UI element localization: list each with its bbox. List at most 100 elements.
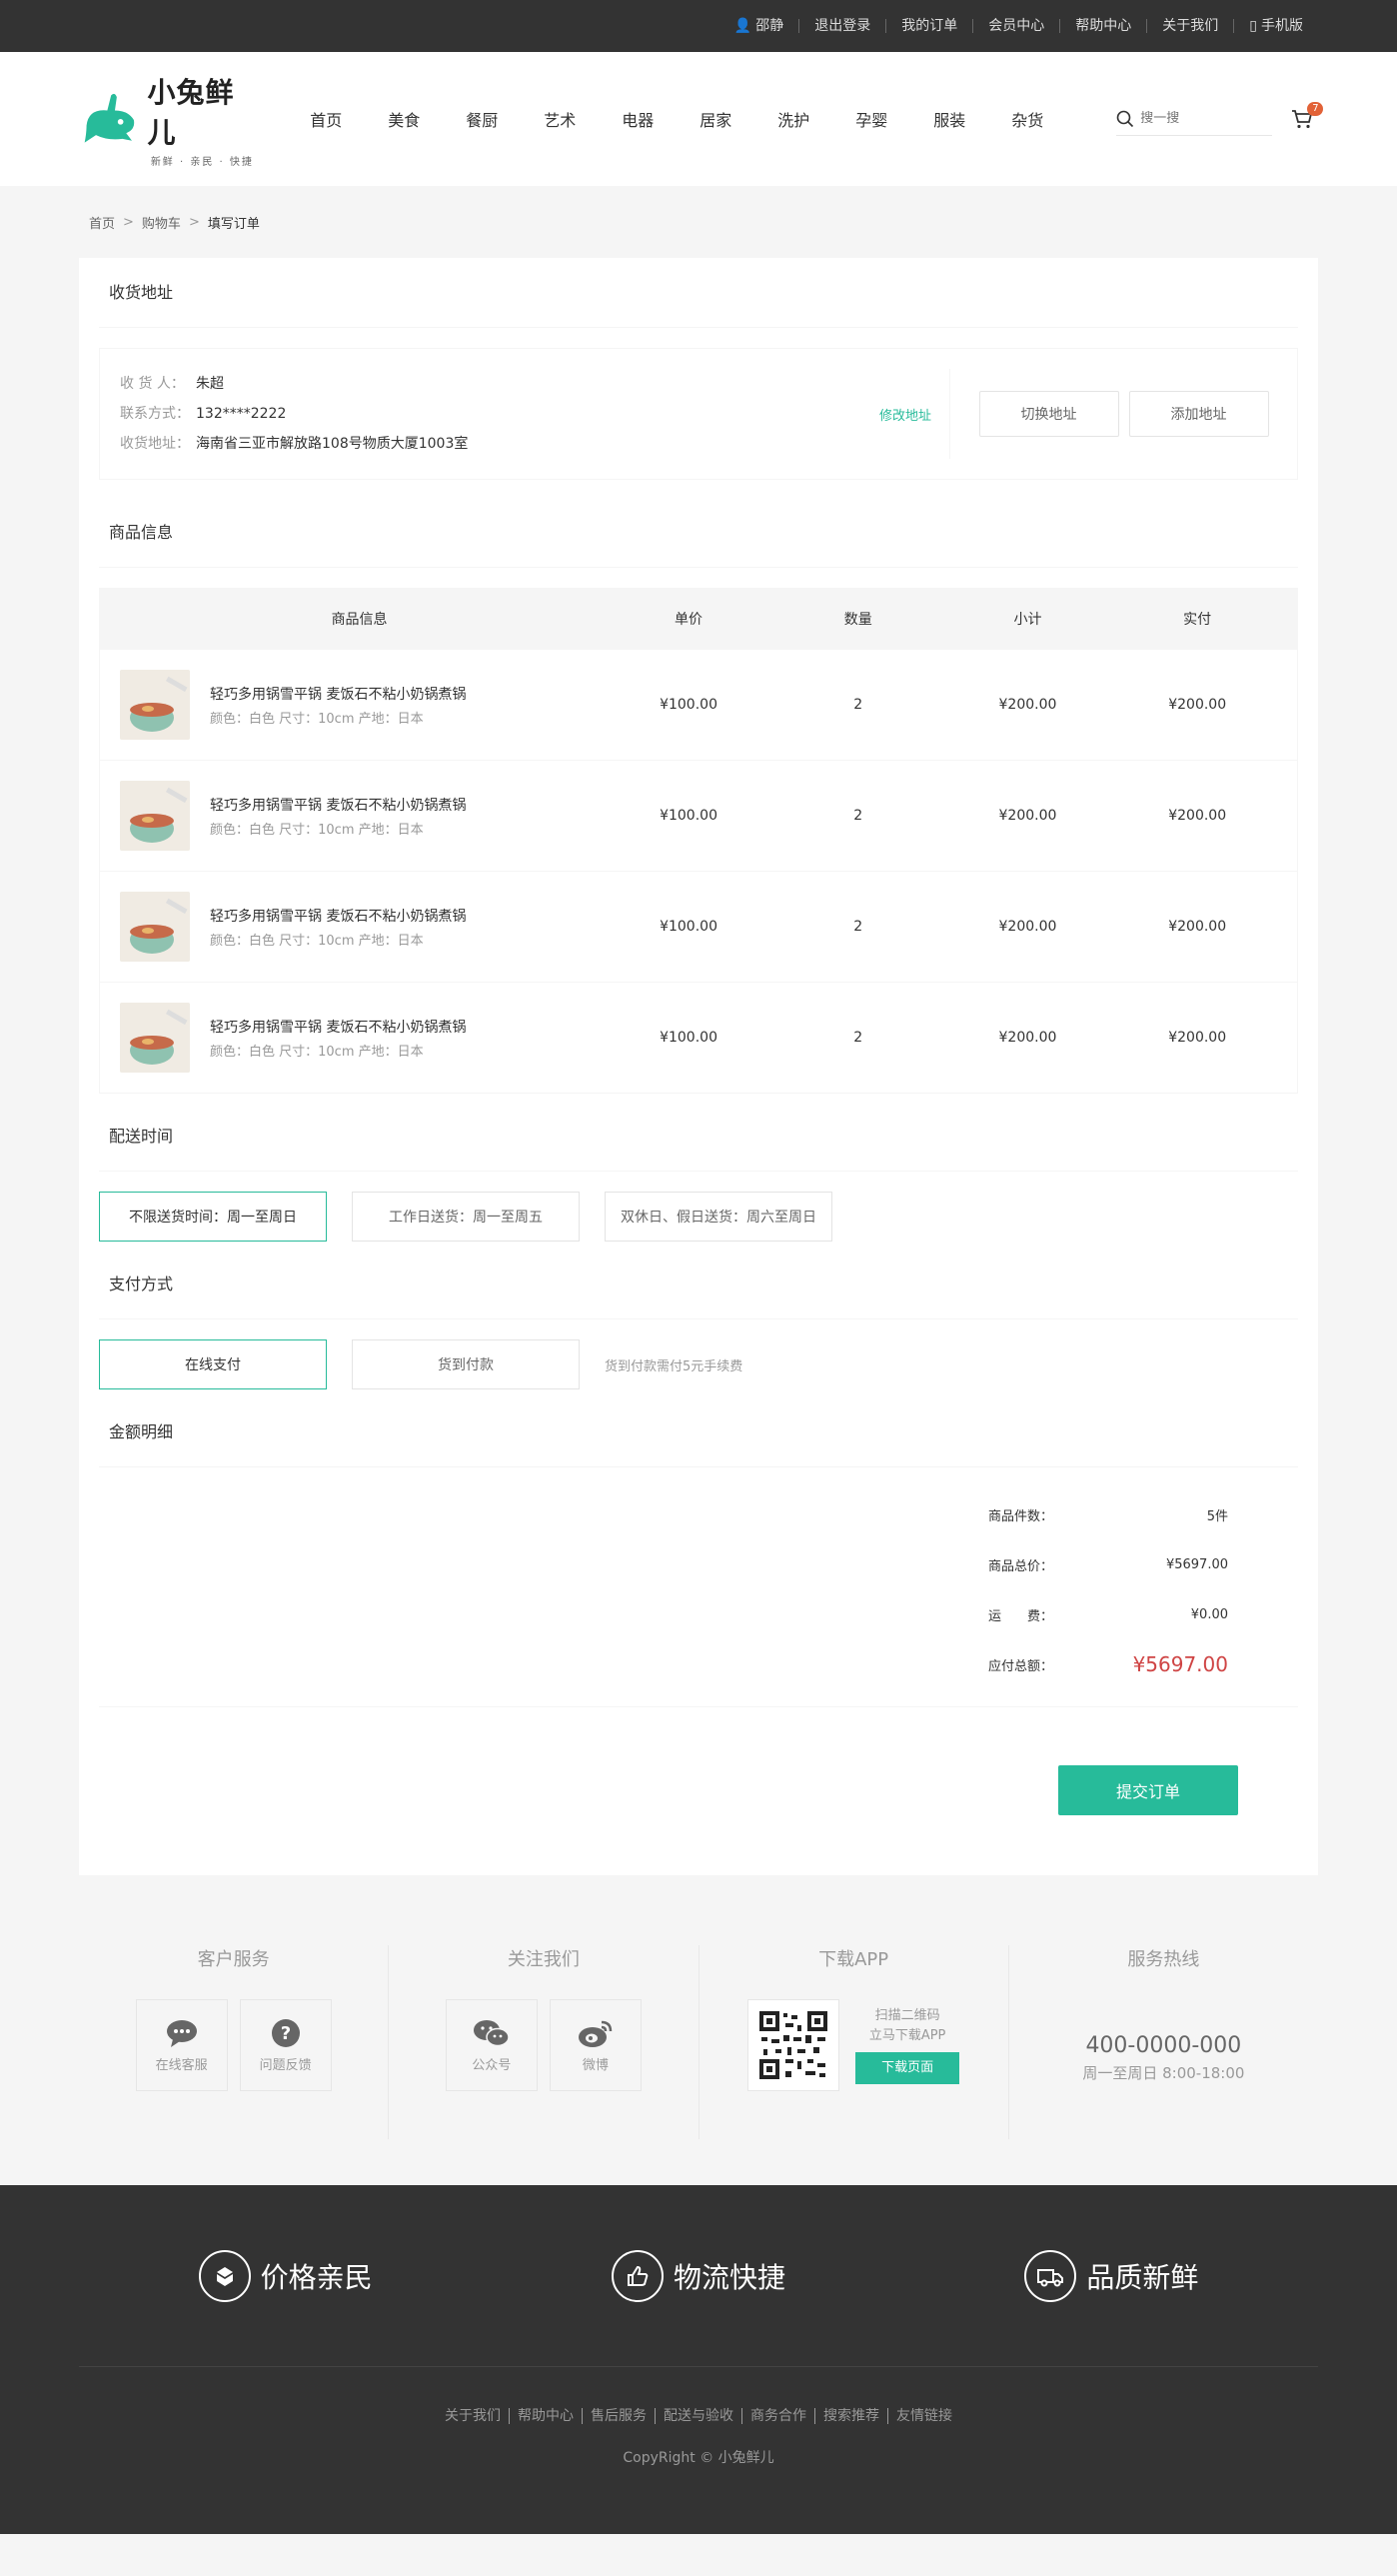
logo[interactable]: 小兔鲜儿 新鲜 · 亲民 · 快捷 (79, 76, 257, 168)
hotline-hours: 周一至周日 8:00-18:00 (1082, 2064, 1245, 2082)
nav-item-care[interactable]: 洗护 (754, 107, 832, 131)
product-image[interactable] (120, 670, 190, 740)
hotline-number: 400-0000-000 (1085, 2033, 1242, 2058)
phone-label: 联系方式： (120, 406, 190, 422)
quantity: 2 (853, 808, 863, 824)
modify-address-link[interactable]: 修改地址 (879, 405, 949, 424)
main-nav: 首页 美食 餐厨 艺术 电器 居家 洗护 孕婴 服装 杂货 (287, 107, 1066, 131)
footer-link-search[interactable]: 搜索推荐 (814, 2408, 887, 2424)
breadcrumb: 首页 > 购物车 > 填写订单 (79, 186, 1318, 258)
nav-item-home-living[interactable]: 居家 (677, 107, 754, 131)
product-image[interactable] (120, 781, 190, 851)
quantity: 2 (853, 697, 863, 713)
footer-link-friends[interactable]: 友情链接 (887, 2408, 960, 2424)
payable-value: ¥5697.00 (1132, 1652, 1228, 1676)
feature-row: 价格亲民 物流快捷 品质新鲜 (79, 2185, 1318, 2367)
mobile-link[interactable]: ▯ 手机版 (1233, 19, 1318, 33)
add-address-button[interactable]: 添加地址 (1128, 391, 1269, 437)
customer-service-column: 客户服务 在线客服 ? 问题反馈 (79, 1945, 390, 2139)
footer-link-about[interactable]: 关于我们 (437, 2408, 509, 2424)
search-box (1116, 102, 1273, 136)
thumbs-up-icon (611, 2249, 664, 2302)
chevron-right-icon: > (188, 214, 200, 230)
about-us-link[interactable]: 关于我们 (1146, 19, 1233, 33)
nav-item-food[interactable]: 美食 (365, 107, 443, 131)
quantity: 2 (853, 919, 863, 935)
goods-info-cell: 轻巧多用锅雪平锅 麦饭石不粘小奶锅煮锅 颜色：白色 尺寸：10cm 产地：日本 (100, 781, 619, 851)
cart-button[interactable]: 7 (1290, 102, 1324, 134)
nav-item-baby[interactable]: 孕婴 (832, 107, 910, 131)
submit-order-button[interactable]: 提交订单 (1058, 1765, 1238, 1815)
product-image[interactable] (120, 1003, 190, 1073)
qr-code (747, 1999, 840, 2091)
address-label: 收货地址： (120, 436, 190, 452)
product-attrs: 颜色：白色 尺寸：10cm 产地：日本 (210, 933, 424, 949)
nav-item-art[interactable]: 艺术 (521, 107, 599, 131)
product-name[interactable]: 轻巧多用锅雪平锅 麦饭石不粘小奶锅煮锅 (210, 906, 466, 926)
site-footer: 价格亲民 物流快捷 品质新鲜 关于我们 帮助中心 售后服务 配送与验收 商务合作 搜索推荐… (0, 2185, 1397, 2534)
table-row: 轻巧多用锅雪平锅 麦饭石不粘小奶锅煮锅 颜色：白色 尺寸：10cm 产地：日本 … (100, 982, 1297, 1093)
download-page-button[interactable]: 下载页面 (855, 2052, 960, 2084)
payment-option-cod[interactable]: 货到付款 (352, 1339, 580, 1389)
product-attrs: 颜色：白色 尺寸：10cm 产地：日本 (210, 1044, 424, 1060)
delivery-option-anytime[interactable]: 不限送货时间：周一至周日 (99, 1192, 327, 1242)
online-service-button[interactable]: 在线客服 (135, 1999, 228, 2091)
item-count-line: 商品件数： 5件 (99, 1489, 1298, 1539)
search-input[interactable] (1140, 111, 1271, 126)
hotline-title: 服务热线 (1127, 1949, 1200, 1970)
product-name[interactable]: 轻巧多用锅雪平锅 麦饭石不粘小奶锅煮锅 (210, 684, 466, 704)
chevron-right-icon: > (123, 214, 134, 230)
unit-price: ¥100.00 (660, 697, 717, 713)
delivery-options: 不限送货时间：周一至周日 工作日送货：周一至周五 双休日、假日送货：周六至周日 (99, 1192, 1298, 1242)
payment-option-online[interactable]: 在线支付 (99, 1339, 327, 1389)
feature-logistics: 物流快捷 (611, 2249, 785, 2302)
address-actions: 切换地址 添加地址 (949, 369, 1297, 459)
feature-logistics-label: 物流快捷 (673, 2260, 785, 2294)
online-service-label: 在线客服 (155, 2057, 208, 2073)
breadcrumb-cart[interactable]: 购物车 (142, 213, 181, 232)
wechat-button[interactable]: 公众号 (445, 1999, 538, 2091)
follow-us-title: 关注我们 (507, 1949, 580, 1970)
pot-icon (120, 1003, 190, 1073)
footer-link-after-sales[interactable]: 售后服务 (582, 2408, 655, 2424)
breadcrumb-home[interactable]: 首页 (89, 213, 115, 232)
product-name[interactable]: 轻巧多用锅雪平锅 麦饭石不粘小奶锅煮锅 (210, 795, 466, 815)
subtotal: ¥200.00 (998, 808, 1057, 824)
member-center-link[interactable]: 会员中心 (972, 19, 1059, 33)
footer-link-business[interactable]: 商务合作 (741, 2408, 814, 2424)
phone-icon: ▯ (1249, 18, 1257, 34)
nav-item-misc[interactable]: 杂货 (988, 107, 1066, 131)
search-icon[interactable] (1116, 110, 1134, 128)
delivery-option-weekday[interactable]: 工作日送货：周一至周五 (352, 1192, 580, 1242)
header-subtotal: 小计 (1013, 612, 1042, 628)
footer-link-delivery[interactable]: 配送与验收 (655, 2408, 741, 2424)
logout-link[interactable]: 退出登录 (798, 19, 885, 33)
weibo-button[interactable]: 微博 (549, 1999, 642, 2091)
header-unit-price: 单价 (675, 612, 703, 628)
nav-item-appliance[interactable]: 电器 (599, 107, 677, 131)
user-link[interactable]: 👤 邵静 (719, 19, 798, 33)
nav-item-home[interactable]: 首页 (287, 107, 365, 131)
price-tag-icon (198, 2249, 251, 2302)
hotline-column: 服务热线 400-0000-000 周一至周日 8:00-18:00 (1009, 1945, 1318, 2139)
product-name[interactable]: 轻巧多用锅雪平锅 麦饭石不粘小奶锅煮锅 (210, 1017, 466, 1037)
product-image[interactable] (120, 892, 190, 962)
my-orders-link[interactable]: 我的订单 (885, 19, 972, 33)
chat-bubble-icon (166, 2019, 197, 2047)
user-name: 邵静 (755, 18, 784, 34)
truck-icon (1024, 2249, 1077, 2302)
delivery-option-weekend[interactable]: 双休日、假日送货：周六至周日 (605, 1192, 832, 1242)
freight-label: 运 费： (988, 1608, 1054, 1624)
nav-item-kitchen[interactable]: 餐厨 (443, 107, 521, 131)
payable-label: 应付总额： (988, 1658, 1054, 1674)
feedback-button[interactable]: ? 问题反馈 (239, 1999, 332, 2091)
item-count-label: 商品件数： (988, 1508, 1054, 1524)
unit-price: ¥100.00 (660, 919, 717, 935)
nav-item-clothing[interactable]: 服装 (910, 107, 988, 131)
rabbit-logo-icon (84, 93, 135, 143)
footer-link-help[interactable]: 帮助中心 (509, 2408, 582, 2424)
delivery-section-title: 配送时间 (99, 1102, 1298, 1172)
pot-icon (120, 781, 190, 851)
help-center-link[interactable]: 帮助中心 (1059, 19, 1146, 33)
switch-address-button[interactable]: 切换地址 (978, 391, 1119, 437)
